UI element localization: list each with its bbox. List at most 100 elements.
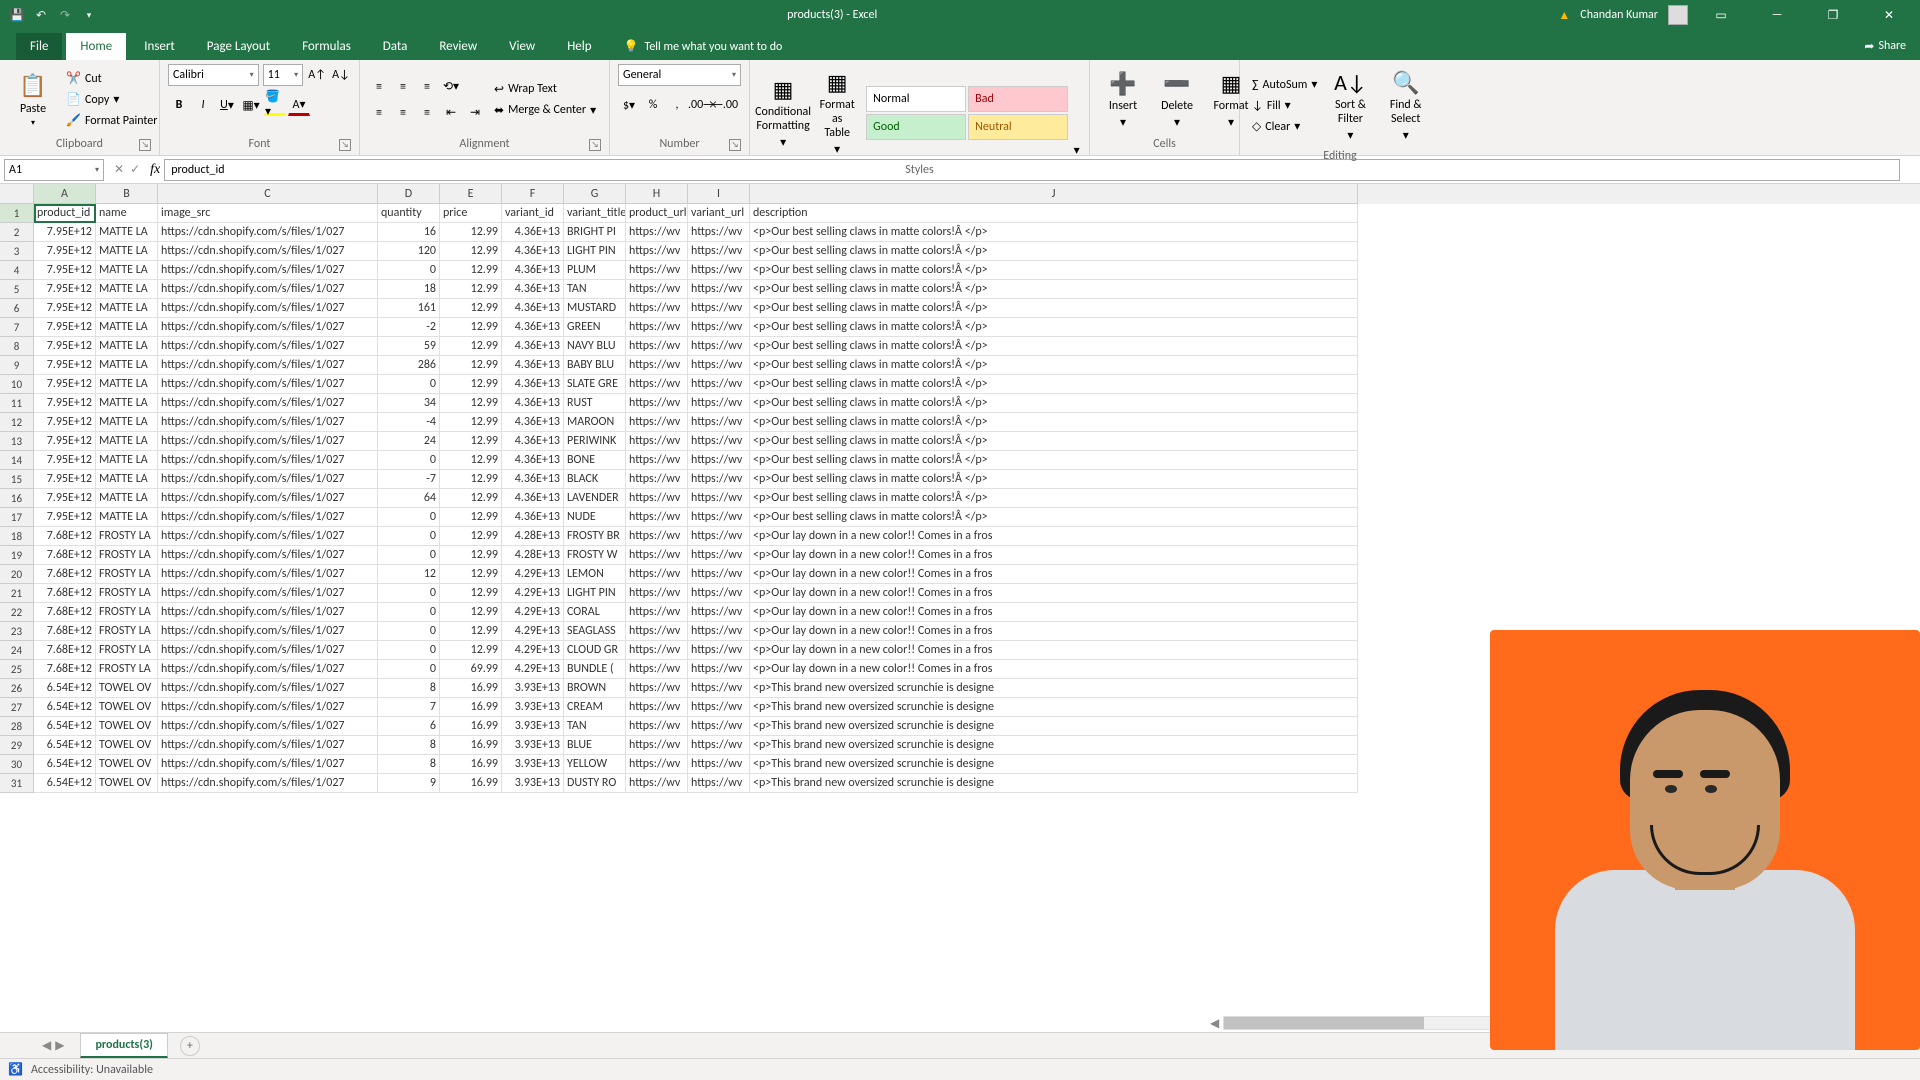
bold-button[interactable]: B (168, 94, 190, 116)
cell[interactable]: <p>Our lay down in a new color!! Comes i… (750, 565, 1358, 584)
cell[interactable]: https://cdn.shopify.com/s/files/1/027 (158, 622, 378, 641)
fill-color-button[interactable]: 🪣▾ (264, 94, 286, 116)
cut-button[interactable]: ✂️Cut (62, 69, 161, 88)
cell[interactable]: https://wv (626, 451, 688, 470)
cell[interactable]: https://wv (688, 584, 750, 603)
cell[interactable]: https://cdn.shopify.com/s/files/1/027 (158, 223, 378, 242)
clear-button[interactable]: ◇Clear ▾ (1248, 117, 1321, 136)
align-left-icon[interactable]: ≡ (368, 102, 390, 124)
cell[interactable]: MATTE LA (96, 394, 158, 413)
fx-icon[interactable]: fx (146, 162, 164, 178)
cell[interactable]: 34 (378, 394, 440, 413)
cell[interactable]: MATTE LA (96, 299, 158, 318)
cell[interactable]: quantity (378, 204, 440, 223)
column-header[interactable]: A (34, 184, 96, 204)
cell[interactable]: https://wv (688, 546, 750, 565)
cell[interactable]: https://wv (688, 337, 750, 356)
cell[interactable]: <p>Our best selling claws in matte color… (750, 299, 1358, 318)
cell[interactable]: <p>Our best selling claws in matte color… (750, 318, 1358, 337)
cell[interactable]: 16.99 (440, 717, 502, 736)
cell[interactable]: 4.36E+13 (502, 470, 564, 489)
cell[interactable]: -7 (378, 470, 440, 489)
row-header[interactable]: 2 (0, 223, 34, 242)
user-name[interactable]: Chandan Kumar (1580, 8, 1658, 22)
column-header[interactable]: E (440, 184, 502, 204)
cell[interactable]: 7.95E+12 (34, 223, 96, 242)
cell[interactable]: 4.36E+13 (502, 280, 564, 299)
percent-format-icon[interactable]: % (642, 94, 664, 116)
cell[interactable]: 4.36E+13 (502, 508, 564, 527)
row-header[interactable]: 11 (0, 394, 34, 413)
row-header[interactable]: 10 (0, 375, 34, 394)
minimize-icon[interactable]: — (1754, 0, 1800, 30)
cell[interactable]: https://wv (626, 337, 688, 356)
paste-button[interactable]: 📋 Paste▾ (8, 68, 58, 132)
cell[interactable]: 3.93E+13 (502, 755, 564, 774)
cell[interactable]: https://wv (626, 432, 688, 451)
cell[interactable]: 12.99 (440, 565, 502, 584)
cell[interactable]: MATTE LA (96, 470, 158, 489)
cell[interactable]: https://wv (626, 717, 688, 736)
cell[interactable]: https://wv (626, 508, 688, 527)
cell[interactable]: 0 (378, 584, 440, 603)
cell[interactable]: 12.99 (440, 489, 502, 508)
cell[interactable]: variant_title (564, 204, 626, 223)
tab-view[interactable]: View (495, 33, 549, 60)
cell[interactable]: 16.99 (440, 679, 502, 698)
cell[interactable]: TAN (564, 280, 626, 299)
style-good[interactable]: Good (866, 114, 966, 140)
cell[interactable]: MATTE LA (96, 413, 158, 432)
cell[interactable]: -4 (378, 413, 440, 432)
cell[interactable]: https://wv (626, 356, 688, 375)
cell[interactable]: https://wv (688, 698, 750, 717)
cell[interactable]: https://wv (626, 546, 688, 565)
cell[interactable]: TOWEL OV (96, 679, 158, 698)
tab-review[interactable]: Review (425, 33, 491, 60)
cell[interactable]: <p>Our best selling claws in matte color… (750, 470, 1358, 489)
cell[interactable]: https://wv (626, 299, 688, 318)
cell[interactable]: https://cdn.shopify.com/s/files/1/027 (158, 242, 378, 261)
cell[interactable]: <p>Our best selling claws in matte color… (750, 375, 1358, 394)
cell[interactable]: MATTE LA (96, 375, 158, 394)
cell[interactable]: https://cdn.shopify.com/s/files/1/027 (158, 527, 378, 546)
cell[interactable]: <p>Our lay down in a new color!! Comes i… (750, 641, 1358, 660)
cell[interactable]: 4.36E+13 (502, 299, 564, 318)
cell[interactable]: MATTE LA (96, 451, 158, 470)
cell[interactable]: 4.36E+13 (502, 242, 564, 261)
cell[interactable]: 4.36E+13 (502, 489, 564, 508)
cell[interactable]: 7.95E+12 (34, 451, 96, 470)
cell[interactable]: https://cdn.shopify.com/s/files/1/027 (158, 489, 378, 508)
cell[interactable]: 12.99 (440, 451, 502, 470)
row-header[interactable]: 18 (0, 527, 34, 546)
cell[interactable]: https://cdn.shopify.com/s/files/1/027 (158, 413, 378, 432)
cell[interactable]: description (750, 204, 1358, 223)
cell[interactable]: https://wv (688, 470, 750, 489)
row-header[interactable]: 15 (0, 470, 34, 489)
cell[interactable]: LIGHT PIN (564, 584, 626, 603)
cell[interactable]: https://wv (626, 318, 688, 337)
cell[interactable]: 12.99 (440, 280, 502, 299)
cell[interactable]: 0 (378, 546, 440, 565)
cell[interactable]: product_id (34, 204, 96, 223)
cell[interactable]: 161 (378, 299, 440, 318)
cell[interactable]: https://wv (688, 223, 750, 242)
qat-customize-icon[interactable]: ▾ (80, 6, 98, 24)
cell[interactable]: https://wv (626, 470, 688, 489)
cell[interactable]: https://wv (688, 375, 750, 394)
cell[interactable]: https://wv (688, 660, 750, 679)
cell[interactable]: https://wv (688, 679, 750, 698)
cell[interactable]: https://wv (626, 755, 688, 774)
cell[interactable]: https://wv (626, 223, 688, 242)
cell[interactable]: 6.54E+12 (34, 774, 96, 793)
name-box[interactable]: A1▾ (4, 159, 104, 181)
cell[interactable]: https://cdn.shopify.com/s/files/1/027 (158, 565, 378, 584)
cell[interactable]: https://cdn.shopify.com/s/files/1/027 (158, 736, 378, 755)
cell[interactable]: https://cdn.shopify.com/s/files/1/027 (158, 641, 378, 660)
tab-help[interactable]: Help (553, 33, 605, 60)
cell[interactable]: https://wv (626, 394, 688, 413)
cancel-formula-icon[interactable]: ✕ (114, 162, 124, 177)
cell[interactable]: FROSTY W (564, 546, 626, 565)
cell[interactable]: TOWEL OV (96, 755, 158, 774)
copy-button[interactable]: 📄Copy ▾ (62, 90, 161, 109)
cell[interactable]: 12.99 (440, 413, 502, 432)
